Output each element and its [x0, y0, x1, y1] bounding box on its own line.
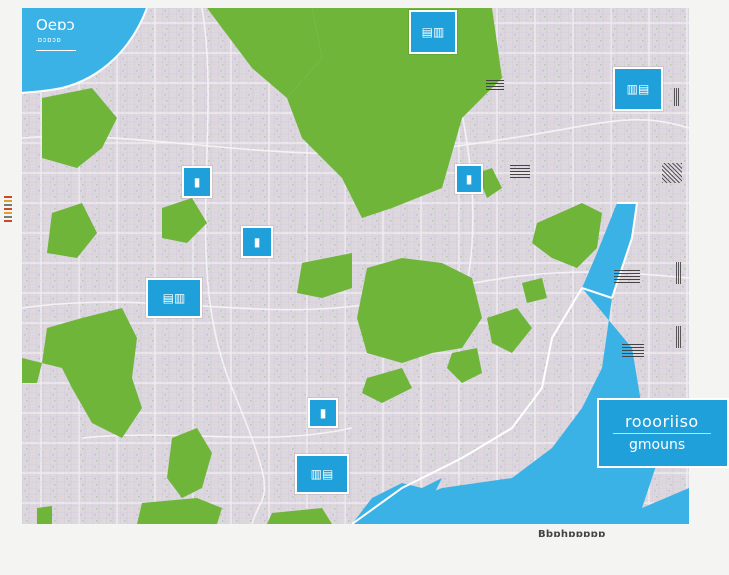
legend-subtitle: gmouns: [629, 437, 686, 453]
map-legend: roooriiso gmouns: [597, 398, 729, 468]
map-label-stripe: [676, 326, 682, 348]
poi-marker[interactable]: ▥▤: [295, 454, 349, 494]
legend-title: roooriiso: [625, 412, 699, 431]
corner-title-rule: [36, 50, 76, 51]
poi-marker-label: ▮: [319, 406, 327, 420]
poi-marker[interactable]: ▮: [455, 164, 483, 194]
poi-marker[interactable]: ▮: [182, 166, 212, 198]
map-label-stripe: [674, 88, 680, 106]
map-label-stripe: [622, 344, 644, 358]
poi-marker-label: ▤▥: [162, 291, 186, 305]
poi-marker-label: ▤▥: [421, 25, 445, 39]
scale-label: Bbɒhɒɒɒɒɒ: [538, 529, 606, 540]
poi-marker-label: ▮: [465, 172, 473, 186]
poi-marker[interactable]: ▥▤: [613, 67, 663, 111]
corner-subtitle-text: ɒɔɒɔɒ: [38, 37, 62, 44]
map-label-stripe: [676, 262, 682, 284]
poi-marker-label: ▥▤: [310, 467, 334, 481]
poi-marker-label: ▮: [253, 235, 261, 249]
poi-marker[interactable]: ▤▥: [409, 10, 457, 54]
poi-marker-label: ▥▤: [626, 82, 650, 96]
map-view[interactable]: ▤▥ ▥▤ ▮ ▮ ▮ ▤▥ ▮ ▥▤ Oeɒɔ ɒɔɒɔɒ: [22, 8, 689, 524]
map-label-stripe: [510, 165, 530, 179]
map-label-stripe: [486, 80, 504, 92]
map-canvas[interactable]: [22, 8, 689, 524]
poi-marker-label: ▮: [193, 175, 201, 189]
poi-marker[interactable]: ▮: [241, 226, 273, 258]
map-label-stripe: [662, 163, 682, 183]
legend-rule: [613, 433, 711, 434]
poi-marker[interactable]: ▤▥: [146, 278, 202, 318]
map-label-stripe: [614, 270, 640, 284]
park-bottom-left: [37, 506, 52, 524]
side-color-ticks: [4, 196, 12, 228]
poi-marker[interactable]: ▮: [308, 398, 338, 428]
corner-title-text: Oeɒɔ: [36, 16, 75, 34]
